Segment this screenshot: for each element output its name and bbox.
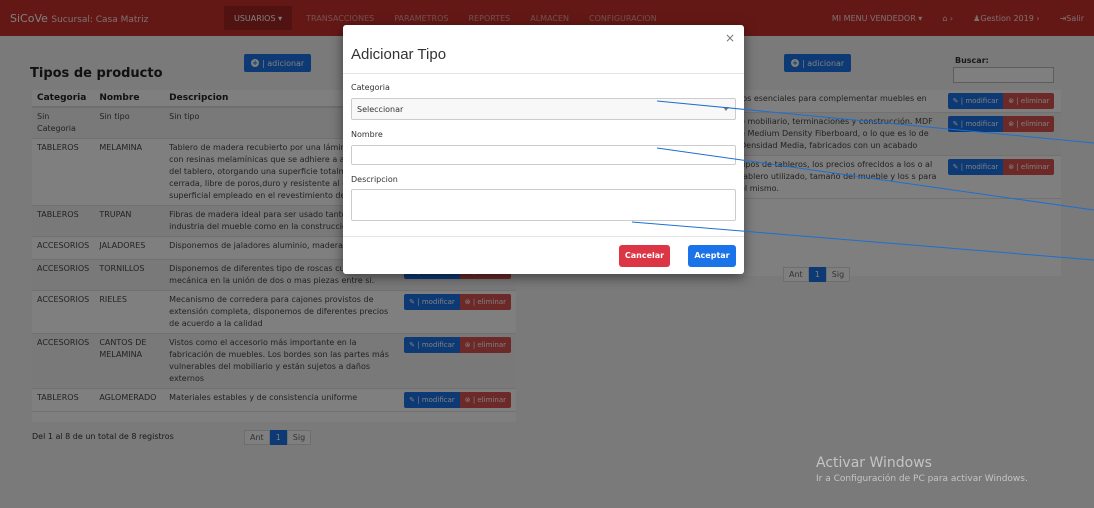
description-label: Descripcion [351, 175, 398, 184]
description-textarea[interactable] [351, 189, 736, 221]
cancel-button[interactable]: Cancelar [619, 245, 670, 267]
close-icon[interactable]: × [725, 31, 735, 45]
watermark-title: Activar Windows [816, 455, 932, 471]
category-label: Categoria [351, 83, 390, 92]
watermark-subtitle: Ir a Configuración de PC para activar Wi… [816, 474, 1028, 484]
windows-watermark: Activar Windows Ir a Configuración de PC… [816, 455, 1028, 484]
add-type-modal: Adicionar Tipo × Categoria Seleccionar N… [343, 25, 744, 274]
name-label: Nombre [351, 130, 383, 139]
category-selected-value: Seleccionar [357, 105, 404, 114]
category-select[interactable]: Seleccionar [351, 98, 736, 120]
accept-button[interactable]: Aceptar [688, 245, 736, 267]
name-input[interactable] [351, 145, 736, 165]
modal-title: Adicionar Tipo [351, 46, 447, 63]
modal-footer-divider [343, 236, 744, 237]
modal-header-divider [343, 73, 744, 74]
chevron-down-icon [723, 107, 729, 111]
